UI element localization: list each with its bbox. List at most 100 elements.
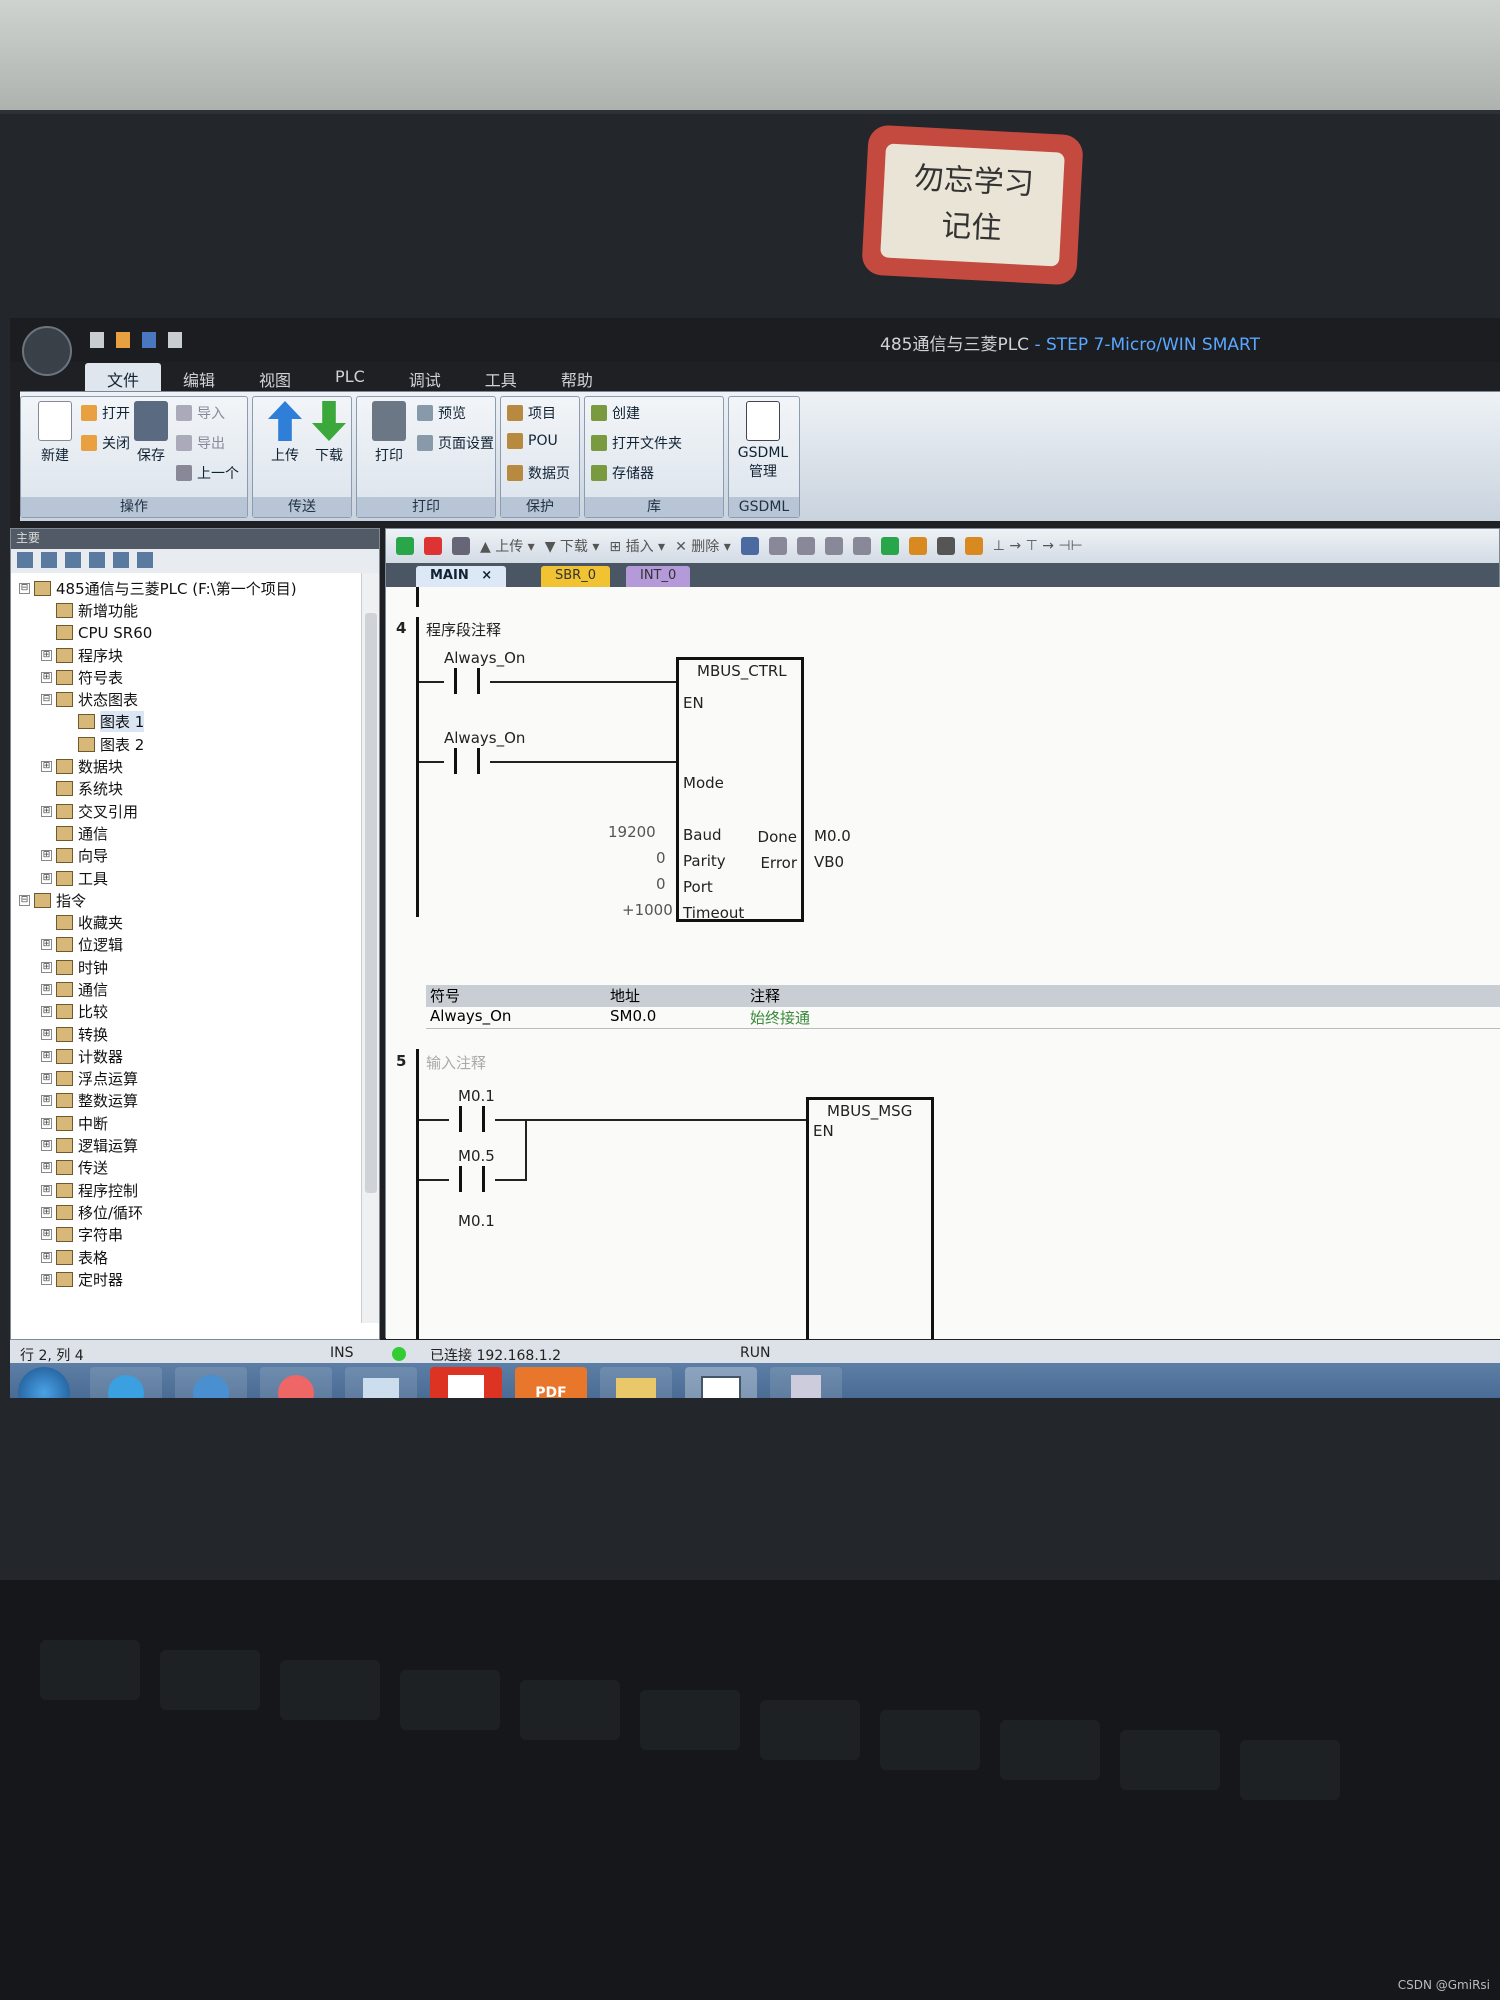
save-icon[interactable] [142, 332, 156, 348]
lock-icon[interactable] [936, 537, 955, 555]
mbus-ctrl-block[interactable]: MBUS_CTRL EN Mode Baud Parity Port Timeo… [676, 657, 804, 922]
tab-int0[interactable]: INT_0 [626, 566, 691, 587]
tab-main[interactable]: MAIN × [416, 566, 507, 587]
expander-icon[interactable]: ⊟ [19, 894, 30, 906]
monitor-icon[interactable] [740, 537, 759, 555]
open-icon[interactable] [116, 332, 130, 348]
storage-button[interactable]: 存储器 [591, 463, 654, 483]
tree-item[interactable]: ⊟ 状态图表 [11, 688, 379, 710]
tree-item[interactable]: 图表 1 [11, 711, 379, 733]
tree-item[interactable]: ⊟ 指令 [11, 889, 379, 911]
table-icon[interactable] [768, 537, 787, 555]
tree-tool-icon[interactable] [113, 552, 129, 568]
download-button[interactable]: 下载 [299, 401, 359, 465]
tree-item[interactable]: ⊞ 计数器 [11, 1045, 379, 1067]
expander-icon[interactable]: ⊞ [41, 1050, 52, 1062]
expander-icon[interactable] [63, 739, 74, 750]
tree-scrollbar[interactable] [361, 573, 379, 1323]
expander-icon[interactable]: ⊞ [41, 1273, 52, 1285]
tree-item[interactable]: ⊞ 字符串 [11, 1224, 379, 1246]
close-icon[interactable]: × [481, 568, 492, 583]
menu-tab[interactable]: 编辑 [161, 363, 237, 391]
tree-item[interactable]: ⊞ 表格 [11, 1246, 379, 1268]
taskbar-app-ie[interactable] [175, 1367, 247, 1398]
settings-icon[interactable] [168, 332, 182, 348]
tree-tool-icon[interactable] [89, 552, 105, 568]
expander-icon[interactable]: ⊞ [41, 671, 52, 683]
new-icon[interactable] [90, 332, 104, 348]
unlock-icon[interactable] [964, 537, 983, 555]
expander-icon[interactable]: ⊞ [41, 1140, 52, 1152]
scroll-thumb[interactable] [365, 613, 377, 1193]
tree-item[interactable]: ⊞ 中断 [11, 1112, 379, 1134]
new-button[interactable]: 新建 [25, 401, 85, 465]
download-tool[interactable]: ▼ 下载 ▾ [545, 536, 600, 556]
tree-item[interactable]: ⊞ 浮点运算 [11, 1068, 379, 1090]
datapage-button[interactable]: 数据页 [507, 463, 570, 483]
error-output[interactable]: VB0 [814, 853, 844, 871]
contact-always-on[interactable] [444, 668, 490, 694]
expander-icon[interactable]: ⊞ [41, 1006, 52, 1018]
menu-tab[interactable]: 帮助 [539, 363, 615, 391]
taskbar-app-feishu[interactable] [345, 1367, 417, 1398]
menu-tab[interactable]: 调试 [387, 363, 463, 391]
open-folder-button[interactable]: 打开文件夹 [591, 433, 682, 453]
taskbar-app-step7[interactable] [685, 1367, 757, 1398]
expander-icon[interactable]: ⊞ [41, 649, 52, 661]
view-icon[interactable] [796, 537, 815, 555]
tree-item[interactable]: 通信 [11, 822, 379, 844]
expander-icon[interactable]: ⊞ [41, 983, 52, 995]
expander-icon[interactable]: ⊞ [41, 1184, 52, 1196]
tree-item[interactable]: ⊞ 转换 [11, 1023, 379, 1045]
tree-item[interactable]: ⊞ 传送 [11, 1157, 379, 1179]
tree-tool-icon[interactable] [137, 552, 153, 568]
tree-item[interactable]: 系统块 [11, 778, 379, 800]
ladder-canvas[interactable]: 4 程序段注释 Always_On Always_On MBUS_CTRL EN… [386, 587, 1500, 1339]
expander-icon[interactable] [41, 917, 52, 928]
import-button[interactable]: 导入 [176, 403, 225, 423]
upload-tool[interactable]: ▲ 上传 ▾ [480, 536, 535, 556]
contact-m0-5[interactable] [449, 1166, 495, 1192]
tree-item[interactable]: ⊞ 符号表 [11, 666, 379, 688]
expander-icon[interactable] [41, 783, 52, 794]
baud-value[interactable]: 19200 [608, 823, 656, 841]
taskbar-app-explorer[interactable] [600, 1367, 672, 1398]
timeout-value[interactable]: +1000 [622, 901, 673, 919]
print-button[interactable]: 打印 [359, 401, 419, 465]
save-button[interactable]: 保存 [121, 401, 181, 465]
expander-icon[interactable] [41, 828, 52, 839]
menu-tab[interactable]: 文件 [85, 363, 162, 391]
branch-icon[interactable]: ⊥ → ⊤ → ⊣⊢ [993, 538, 1083, 554]
compile-icon[interactable] [452, 537, 470, 555]
project-button[interactable]: 项目 [507, 403, 556, 423]
app-menu-button[interactable] [22, 326, 72, 376]
network-comment[interactable]: 程序段注释 [426, 619, 501, 640]
expander-icon[interactable]: ⊞ [41, 1073, 52, 1085]
expander-icon[interactable]: ⊞ [41, 761, 52, 773]
tree-item[interactable]: 图表 2 [11, 733, 379, 755]
taskbar-app-pdfreader[interactable] [430, 1367, 502, 1398]
expander-icon[interactable]: ⊟ [19, 582, 30, 594]
expander-icon[interactable]: ⊞ [41, 1117, 52, 1129]
menu-tab[interactable]: 视图 [237, 363, 313, 391]
tree-item[interactable]: ⊟ 485通信与三菱PLC (F:\第一个项目) [11, 577, 379, 599]
go-icon[interactable] [880, 537, 899, 555]
tree-item[interactable]: ⊞ 定时器 [11, 1268, 379, 1290]
insert-tool[interactable]: ⊞ 插入 ▾ [609, 536, 665, 556]
view-icon[interactable] [824, 537, 843, 555]
expander-icon[interactable]: ⊞ [41, 939, 52, 951]
taskbar-app-pdf[interactable]: PDF [515, 1367, 587, 1398]
tree-item[interactable]: 收藏夹 [11, 911, 379, 933]
lock-icon[interactable] [908, 537, 927, 555]
expander-icon[interactable]: ⊟ [41, 694, 52, 706]
tree-item[interactable]: ⊞ 交叉引用 [11, 800, 379, 822]
expander-icon[interactable] [41, 605, 52, 616]
previous-button[interactable]: 上一个 [176, 463, 239, 483]
tab-sbr0[interactable]: SBR_0 [541, 566, 610, 587]
expander-icon[interactable]: ⊞ [41, 1162, 52, 1174]
tree-item[interactable]: ⊞ 程序块 [11, 644, 379, 666]
delete-tool[interactable]: ✕ 删除 ▾ [675, 536, 731, 556]
mbus-msg-block[interactable]: MBUS_MSG EN [806, 1097, 934, 1339]
tree-item[interactable]: ⊞ 比较 [11, 1001, 379, 1023]
page-setup-button[interactable]: 页面设置 [417, 433, 494, 453]
